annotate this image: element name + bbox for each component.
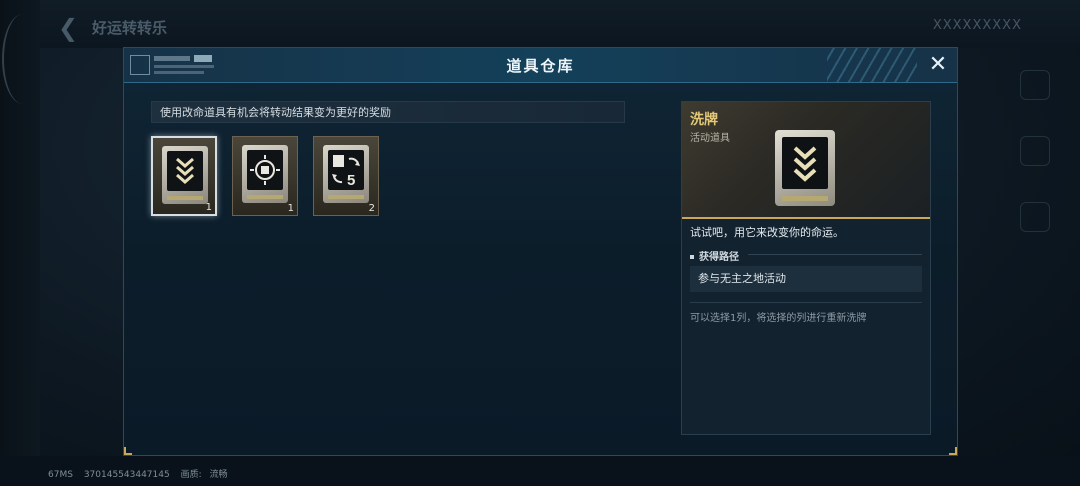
item-card	[242, 145, 288, 203]
item-warehouse-dialog: 道具仓库 ✕ 使用改命道具有机会将转动结果变为更好的奖励 1 1 5 2 洗牌 …	[123, 47, 958, 456]
source-section-title: 获得路径	[690, 248, 739, 263]
item-count: 1	[287, 203, 294, 214]
background-page-title: 好运转转乐	[92, 19, 168, 37]
item-slot-swap[interactable]: 5 2	[313, 136, 379, 216]
item-card: 5	[323, 145, 369, 203]
item-count: 2	[368, 203, 375, 214]
item-slot-chevron[interactable]: 1	[151, 136, 217, 216]
item-description: 试试吧，用它来改变你的命运。	[690, 226, 844, 239]
dialog-header: 道具仓库 ✕	[124, 48, 957, 83]
background-side-icons	[1014, 70, 1052, 268]
detail-item-card	[775, 130, 835, 206]
item-slot-target[interactable]: 1	[232, 136, 298, 216]
item-detail-panel: 洗牌 活动道具 试试吧，用它来改变你的命运。 获得路径 参与无主之地活动 可以选…	[681, 101, 931, 435]
close-button[interactable]: ✕	[925, 52, 951, 78]
hint-bar: 使用改命道具有机会将转动结果变为更好的奖励	[151, 101, 625, 123]
corner-accent	[949, 447, 957, 455]
quality-label: 画质:	[180, 470, 202, 480]
back-arrow-icon[interactable]: ❮	[58, 14, 78, 42]
swap-five-icon: 5	[332, 155, 360, 189]
side-icon-2	[1020, 136, 1050, 166]
chevron-stack-icon	[176, 157, 194, 184]
item-type: 活动道具	[690, 133, 730, 144]
item-count: 1	[205, 202, 212, 213]
target-square-icon	[250, 155, 280, 185]
player-id-text: 370145543447145	[83, 470, 170, 480]
item-name: 洗牌	[690, 112, 718, 128]
corner-accent	[124, 447, 132, 455]
side-icon-1	[1020, 70, 1050, 100]
detail-header: 洗牌 活动道具	[682, 102, 930, 219]
quality-value: 流畅	[209, 470, 228, 480]
background-top-right-text: XXXXXXXXX	[932, 18, 1022, 33]
side-icon-3	[1020, 202, 1050, 232]
dialog-title: 道具仓库	[506, 57, 575, 75]
route-divider	[690, 302, 922, 303]
chevron-stack-icon	[793, 146, 817, 182]
item-card	[162, 146, 208, 204]
svg-text:5: 5	[347, 172, 355, 189]
status-bar: 67MS 370145543447145 画质: 流畅	[48, 467, 236, 480]
ping-text: 67MS	[48, 470, 73, 480]
background-arc-decoration	[2, 14, 44, 104]
source-route: 参与无主之地活动	[690, 266, 922, 292]
section-divider	[748, 254, 922, 255]
item-usage-note: 可以选择1列，将选择的列进行重新洗牌	[690, 313, 867, 324]
